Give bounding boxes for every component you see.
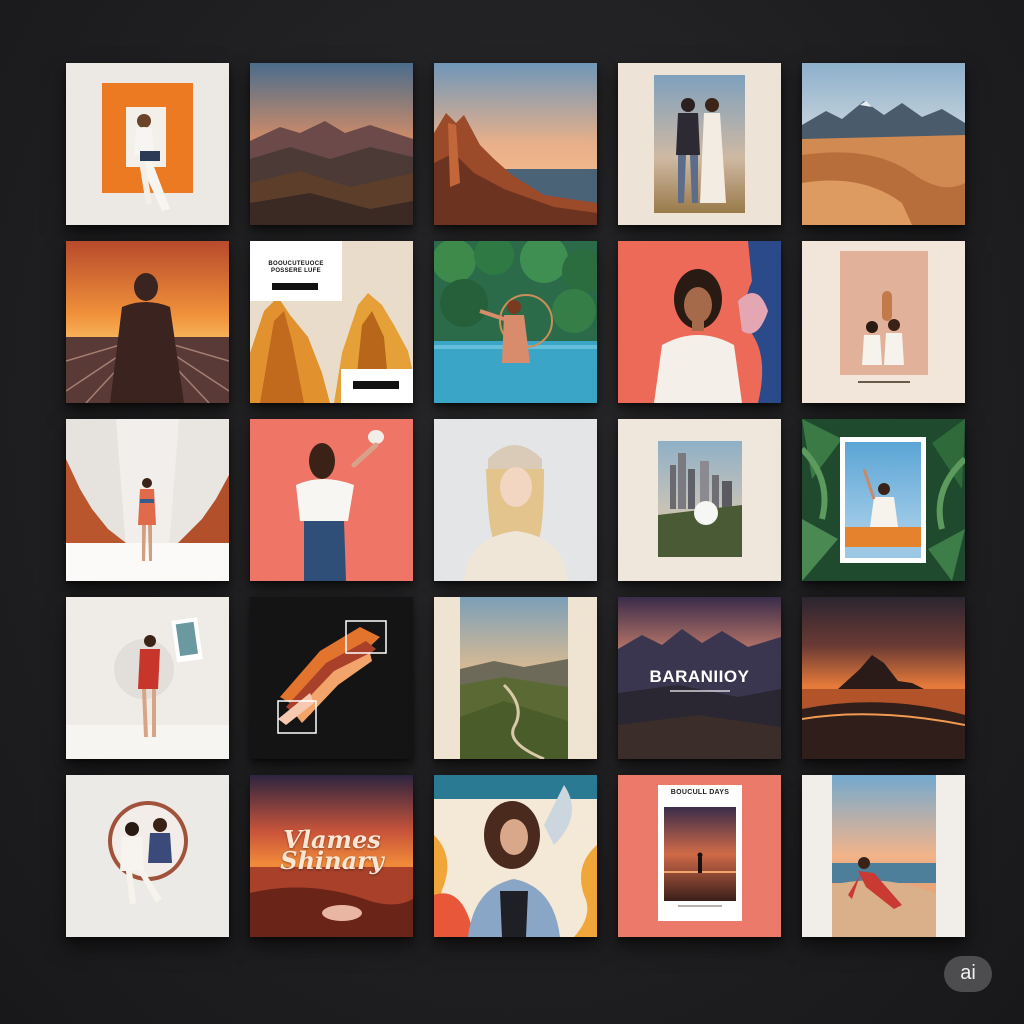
tile-desert-dunes-mountains[interactable] bbox=[802, 63, 965, 225]
photo-red-dress bbox=[66, 597, 229, 759]
photo-two-girls bbox=[66, 775, 229, 937]
tile-script-title-sunset[interactable]: Vlames Shinary bbox=[250, 775, 413, 937]
photo-infinity-pool bbox=[434, 241, 597, 403]
tile-poster-silhouette-sunset[interactable]: BOUCULL DAYS bbox=[618, 775, 781, 937]
tile-two-people-framed[interactable] bbox=[802, 241, 965, 403]
tile-woman-tropical-leaves[interactable] bbox=[802, 419, 965, 581]
tile-abstract-orange-wave[interactable] bbox=[250, 597, 413, 759]
tile-two-girls-circle[interactable] bbox=[66, 775, 229, 937]
photo-mountain-valley bbox=[250, 63, 413, 225]
tile-person-sunset-road[interactable] bbox=[66, 241, 229, 403]
photo-two-people bbox=[802, 241, 965, 403]
poster-footer-block bbox=[341, 369, 413, 403]
photo-couple bbox=[618, 63, 781, 225]
poster-footer-bar bbox=[353, 381, 399, 389]
ai-badge: ai bbox=[944, 956, 992, 992]
poster-header-block: BOOUCUTEUOCE POSSERE LUFE bbox=[250, 241, 342, 301]
photo-white-room bbox=[66, 419, 229, 581]
photo-winding-road bbox=[434, 597, 597, 759]
tile-woman-portrait-coral[interactable] bbox=[618, 241, 781, 403]
tile-woman-denim-jacket-art[interactable] bbox=[434, 775, 597, 937]
tile-blonde-woman-beanie[interactable] bbox=[434, 419, 597, 581]
photo-desert-dunes bbox=[802, 63, 965, 225]
tile-woman-coral-wall[interactable] bbox=[250, 419, 413, 581]
tile-poster-orange-rock-shapes[interactable]: BOOUCUTEUOCE POSSERE LUFE bbox=[250, 241, 413, 403]
tile-mountain-title-poster[interactable]: BARANIIOY bbox=[618, 597, 781, 759]
poster-heading: BOOUCUTEUOCE POSSERE LUFE bbox=[268, 261, 324, 274]
tile-red-rock-cliffs-sea[interactable] bbox=[434, 63, 597, 225]
script-title: Vlames Shinary bbox=[280, 825, 384, 875]
photo-red-cliffs bbox=[434, 63, 597, 225]
tile-woman-sitting-orange-frame[interactable] bbox=[66, 63, 229, 225]
photo-blonde-woman bbox=[434, 419, 597, 581]
photo-abstract-wave bbox=[250, 597, 413, 759]
photo-woman-coral bbox=[618, 241, 781, 403]
tile-woman-infinity-pool[interactable] bbox=[434, 241, 597, 403]
photo-collage-grid: BOOUCUTEUOCE POSSERE LUFE BARANIIOY Vlam… bbox=[66, 63, 965, 937]
photo-silhouette-poster bbox=[618, 775, 781, 937]
photo-city-skyline bbox=[618, 419, 781, 581]
poster-cta-bar bbox=[272, 283, 318, 290]
photo-denim-jacket bbox=[434, 775, 597, 937]
photo-coral-wall bbox=[250, 419, 413, 581]
photo-beach-sunset bbox=[802, 775, 965, 937]
poster-subtitle-bar bbox=[670, 690, 730, 692]
tile-couple-portrait-framed[interactable] bbox=[618, 63, 781, 225]
photo-woman-sitting bbox=[66, 63, 229, 225]
photo-person-sunset bbox=[66, 241, 229, 403]
poster-heading: BOUCULL DAYS bbox=[670, 789, 730, 796]
tile-winding-road-landscape[interactable] bbox=[434, 597, 597, 759]
photo-tropical-leaves bbox=[802, 419, 965, 581]
poster-title: BARANIIOY bbox=[649, 667, 750, 686]
tile-mountain-valley-sunset[interactable] bbox=[250, 63, 413, 225]
photo-sunset-reflection bbox=[802, 597, 965, 759]
tile-woman-beach-sunset[interactable] bbox=[802, 775, 965, 937]
tile-woman-red-dress-white-room[interactable] bbox=[66, 597, 229, 759]
tile-sunset-rock-reflection[interactable] bbox=[802, 597, 965, 759]
tile-woman-white-room-red-rocks[interactable] bbox=[66, 419, 229, 581]
tile-city-skyline-framed[interactable] bbox=[618, 419, 781, 581]
